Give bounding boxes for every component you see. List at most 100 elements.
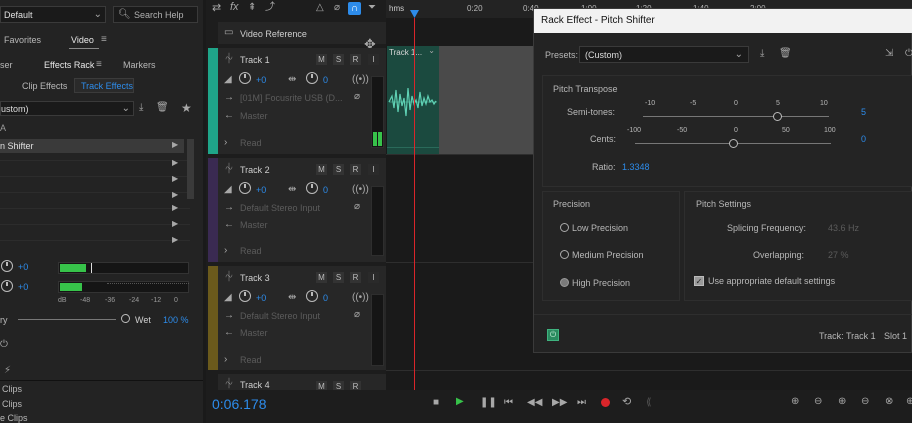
history-item[interactable]: Clips: [2, 399, 22, 409]
track-volume[interactable]: +0: [256, 75, 266, 85]
history-item[interactable]: Clips: [2, 384, 22, 394]
fx-bypass-icon[interactable]: ⌀: [354, 202, 360, 212]
track-volume[interactable]: +0: [256, 293, 266, 303]
time-selection[interactable]: [439, 46, 533, 154]
track-output[interactable]: Master: [240, 111, 268, 121]
zoom-in-amplitude-icon[interactable]: ⊕: [791, 397, 799, 407]
track-header-4[interactable]: ⏆ Track 4 M S R: [218, 374, 391, 392]
tab-markers[interactable]: Markers: [123, 60, 156, 70]
pan-knob[interactable]: [306, 290, 318, 302]
search-help-field[interactable]: 🔍︎ Search Help: [113, 6, 198, 23]
fx-bypass-icon[interactable]: ⌀: [354, 310, 360, 320]
broadcast-icon[interactable]: ((•)): [352, 75, 369, 85]
rack-scrollbar[interactable]: [187, 139, 194, 199]
rack-preset-select[interactable]: ustom) ⌄: [0, 101, 134, 116]
track-input[interactable]: Default Stereo Input: [240, 311, 320, 321]
track-output[interactable]: Master: [240, 328, 268, 338]
medium-precision-radio[interactable]: [560, 250, 569, 259]
zoom-selection-icon[interactable]: ⊕: [906, 397, 912, 407]
track-input[interactable]: [01M] Focusrite USB (D...: [240, 93, 343, 103]
zoom-in-time-icon[interactable]: ⊕: [838, 397, 846, 407]
play-arrow-icon[interactable]: ▶: [172, 141, 178, 149]
tab-video[interactable]: Video: [71, 35, 94, 45]
skip-icon[interactable]: ⟪: [646, 398, 652, 408]
dialog-title[interactable]: Rack Effect - Pitch Shifter: [534, 9, 912, 33]
slot-arrow-icon[interactable]: ▶: [172, 159, 178, 167]
power-icon[interactable]: ⏻: [905, 49, 912, 59]
track-name[interactable]: Track 3: [240, 273, 270, 283]
zoom-out-time-icon[interactable]: ⊖: [861, 397, 869, 407]
save-preset-icon[interactable]: ⤓: [760, 49, 764, 59]
slot-arrow-icon[interactable]: ▶: [172, 236, 178, 244]
expand-icon[interactable]: ›: [224, 355, 227, 365]
fast-forward-icon[interactable]: ▶▶: [552, 398, 567, 408]
input-monitor-button[interactable]: I: [368, 54, 379, 65]
volume-knob[interactable]: [239, 290, 251, 302]
stop-icon[interactable]: ■: [433, 398, 439, 408]
high-precision-radio[interactable]: [560, 278, 569, 287]
routing-icon[interactable]: ⇲: [885, 49, 893, 59]
playhead-line[interactable]: [414, 18, 415, 390]
playhead-marker[interactable]: [410, 10, 419, 18]
tab-media-browser[interactable]: ser: [0, 60, 13, 70]
fx-icon[interactable]: fx: [230, 2, 239, 13]
lightning-icon[interactable]: ⚡︎: [4, 366, 11, 376]
zoom-full-icon[interactable]: ⊗: [885, 397, 893, 407]
record-arm-button[interactable]: R: [350, 164, 361, 175]
subtab-track-effects[interactable]: Track Effects: [81, 81, 133, 91]
menu-icon[interactable]: ≡: [101, 35, 107, 45]
track-input[interactable]: Default Stereo Input: [240, 203, 320, 213]
save-preset-icon[interactable]: ⤓: [139, 103, 143, 113]
medium-precision-label[interactable]: Medium Precision: [572, 250, 644, 260]
go-to-start-icon[interactable]: ⏮: [504, 398, 513, 408]
high-precision-label[interactable]: High Precision: [572, 278, 630, 288]
swap-arrows-icon[interactable]: ⇄: [212, 3, 221, 14]
track-name[interactable]: Track 4: [240, 380, 270, 390]
record-arm-button[interactable]: R: [350, 272, 361, 283]
play-icon[interactable]: ▶: [456, 397, 464, 407]
track-read-mode[interactable]: Read: [240, 355, 262, 365]
power-toggle-icon[interactable]: ⏻: [547, 329, 559, 341]
low-precision-label[interactable]: Low Precision: [572, 223, 628, 233]
cents-thumb[interactable]: [729, 139, 738, 148]
trash-icon[interactable]: 🗑︎: [779, 49, 792, 59]
track-read-mode[interactable]: Read: [240, 138, 262, 148]
zoom-out-amplitude-icon[interactable]: ⊖: [814, 397, 822, 407]
track-pan[interactable]: 0: [323, 185, 328, 195]
track-output[interactable]: Master: [240, 220, 268, 230]
output-gain-knob[interactable]: [1, 280, 13, 292]
mix-wet-value[interactable]: 100 %: [163, 315, 189, 325]
input-gain-knob[interactable]: [1, 260, 13, 272]
magnet-icon[interactable]: ∩: [348, 2, 361, 15]
power-icon[interactable]: ⏻: [0, 340, 8, 350]
track-read-mode[interactable]: Read: [240, 246, 262, 256]
semitones-value[interactable]: 5: [861, 107, 866, 117]
semitones-thumb[interactable]: [773, 112, 782, 121]
slot-arrow-icon[interactable]: ▶: [172, 220, 178, 228]
current-time[interactable]: 0:06.178: [212, 396, 267, 412]
pan-knob[interactable]: [306, 72, 318, 84]
input-monitor-button[interactable]: I: [368, 164, 379, 175]
slot-arrow-icon[interactable]: ▶: [172, 191, 178, 199]
presets-select[interactable]: (Custom) ⌄: [579, 46, 749, 63]
fx-bypass-icon[interactable]: ⌀: [354, 92, 360, 102]
default-settings-label[interactable]: Use appropriate default settings: [708, 276, 835, 286]
volume-knob[interactable]: [239, 72, 251, 84]
audio-clip[interactable]: Track 1... ⌄: [387, 46, 439, 154]
overlapping-value[interactable]: 27 %: [828, 250, 849, 260]
expand-icon[interactable]: ›: [224, 246, 227, 256]
expand-icon[interactable]: ›: [224, 138, 227, 148]
record-icon[interactable]: [601, 398, 610, 407]
snap-icon[interactable]: ⌀: [334, 3, 340, 13]
track-pan[interactable]: 0: [323, 293, 328, 303]
tab-favorites[interactable]: Favorites: [4, 35, 41, 45]
trash-icon[interactable]: 🗑︎: [156, 103, 169, 113]
menu-icon[interactable]: ≡: [96, 60, 102, 70]
mix-slider-track[interactable]: [18, 319, 116, 320]
mute-button[interactable]: M: [316, 272, 327, 283]
semitones-slider[interactable]: [643, 116, 829, 117]
broadcast-icon[interactable]: ((•)): [352, 185, 369, 195]
solo-button[interactable]: S: [333, 54, 344, 65]
slot-arrow-icon[interactable]: ▶: [172, 204, 178, 212]
mix-slider-thumb[interactable]: [121, 314, 130, 323]
